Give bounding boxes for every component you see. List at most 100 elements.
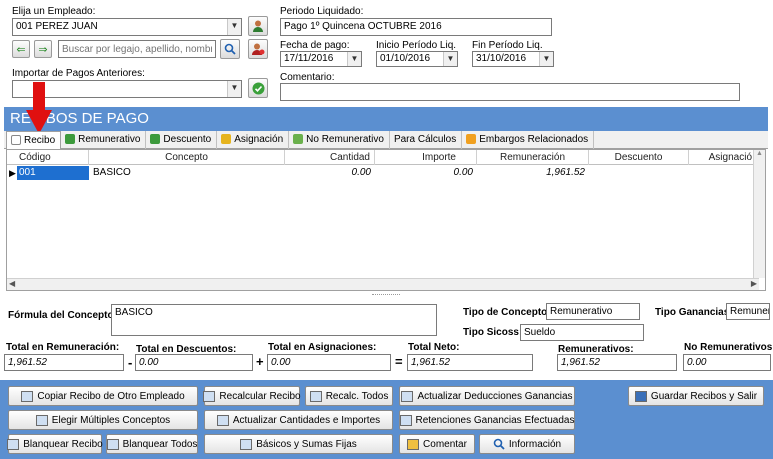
tipo-sicoss-label: Tipo Sicoss:: [463, 327, 523, 338]
action-buttons-area: Copiar Recibo de Otro Empleado Recalcula…: [0, 380, 773, 459]
button-label: Retenciones Ganancias Efectuadas: [415, 414, 575, 426]
elegir-conceptos-button[interactable]: Elegir Múltiples Conceptos: [8, 410, 198, 430]
user-remove-icon: [252, 43, 265, 55]
comentario-field[interactable]: [280, 83, 740, 101]
tab-label: Para Cálculos: [393, 134, 457, 145]
button-label: Copiar Recibo de Otro Empleado: [37, 390, 185, 402]
basicos-sumas-button[interactable]: Básicos y Sumas Fijas: [204, 434, 393, 454]
list-icon: [35, 414, 48, 426]
col-cantidad[interactable]: Cantidad: [285, 150, 375, 165]
periodo-field[interactable]: Pago 1º Quincena OCTUBRE 2016: [280, 18, 552, 36]
cell-cantidad[interactable]: 0.00: [285, 166, 371, 180]
chevron-down-icon[interactable]: ▼: [227, 81, 241, 97]
calendar-dropdown-icon[interactable]: ▼: [539, 52, 553, 66]
inicio-label: Inicio Período Liq.: [376, 40, 457, 51]
button-label: Blanquear Todos: [122, 438, 198, 450]
inicio-value: 01/10/2016: [380, 53, 431, 64]
informacion-button[interactable]: Información: [479, 434, 575, 454]
total-remuneracion-label: Total en Remuneración:: [6, 342, 120, 353]
col-asignacion[interactable]: Asignació: [689, 150, 755, 165]
previous-employee-button[interactable]: ⇐: [12, 40, 30, 58]
splitter-handle[interactable]: [372, 294, 400, 297]
importar-confirm-button[interactable]: [248, 78, 268, 98]
vertical-scrollbar[interactable]: ▲: [753, 150, 765, 278]
employee-search-input[interactable]: [58, 40, 216, 58]
plus-sign: +: [256, 354, 264, 369]
employee-delete-button[interactable]: [248, 39, 268, 59]
calculator-icon: [240, 438, 253, 450]
tipo-sicoss-field[interactable]: Sueldo: [520, 324, 644, 341]
button-label: Recalc. Todos: [325, 390, 389, 402]
blanquear-todos-button[interactable]: Blanquear Todos: [106, 434, 198, 454]
recalc-todos-button[interactable]: Recalc. Todos: [305, 386, 393, 406]
tab-para-calculos[interactable]: Para Cálculos: [390, 131, 463, 149]
tab-descuento[interactable]: Descuento: [146, 131, 218, 149]
blanquear-recibo-button[interactable]: Blanquear Recibo: [7, 434, 103, 454]
magnifier-icon: [493, 438, 505, 450]
scroll-up-icon[interactable]: ▲: [754, 150, 765, 157]
retenciones-button[interactable]: Retenciones Ganancias Efectuadas: [399, 410, 575, 430]
fin-picker[interactable]: 31/10/2016 ▼: [472, 51, 554, 67]
tab-no-remunerativo[interactable]: No Remunerativo: [289, 131, 390, 149]
button-label: Comentar: [423, 438, 467, 450]
eraser-icon: [7, 438, 20, 450]
tab-recibo[interactable]: Recibo: [6, 131, 62, 150]
copiar-recibo-button[interactable]: Copiar Recibo de Otro Empleado: [8, 386, 198, 406]
calendar-dropdown-icon[interactable]: ▼: [443, 52, 457, 66]
empleado-select[interactable]: 001 PEREZ JUAN ▼: [12, 18, 242, 36]
col-concepto[interactable]: Concepto: [89, 150, 285, 165]
employee-info-button[interactable]: [248, 16, 268, 36]
recalcular-recibo-button[interactable]: Recalcular Recibo: [203, 386, 301, 406]
search-button[interactable]: [220, 39, 240, 59]
cell-codigo[interactable]: 001: [17, 166, 89, 180]
calendar-dropdown-icon[interactable]: ▼: [347, 52, 361, 66]
comentar-button[interactable]: Comentar: [399, 434, 475, 454]
scroll-left-icon[interactable]: ◀: [9, 279, 15, 288]
cell-descuento[interactable]: [589, 166, 685, 180]
calculator-icon: [309, 390, 322, 402]
pencil-icon: [407, 438, 420, 450]
total-neto-field: 1,961.52: [407, 354, 533, 371]
tipo-ganancias-field[interactable]: Remuner: [726, 303, 770, 320]
col-codigo[interactable]: Código: [7, 150, 89, 165]
leaf-icon: [293, 134, 304, 144]
scroll-right-icon[interactable]: ▶: [751, 279, 757, 288]
tab-asignacion[interactable]: Asignación: [217, 131, 290, 149]
col-importe[interactable]: Importe: [375, 150, 477, 165]
button-label: Guardar Recibos y Salir: [650, 390, 758, 402]
horizontal-scrollbar[interactable]: ◀ ▶: [7, 278, 759, 290]
col-descuento[interactable]: Descuento: [589, 150, 689, 165]
formula-field[interactable]: BASICO: [111, 304, 437, 336]
cell-remuneracion[interactable]: 1,961.52: [477, 166, 585, 180]
minus-sign: -: [128, 355, 133, 370]
concepts-grid[interactable]: Código Concepto Cantidad Importe Remuner…: [6, 149, 766, 291]
tab-remunerativo[interactable]: Remunerativo: [61, 131, 147, 149]
tipo-ganancias-label: Tipo Ganancias:: [655, 307, 733, 318]
red-arrow-annotation-icon: [26, 82, 52, 134]
cell-asignacion[interactable]: [689, 166, 753, 180]
tab-label: Recibo: [24, 135, 56, 146]
cell-concepto[interactable]: BASICO: [93, 166, 283, 180]
fecha-pago-picker[interactable]: 17/11/2016 ▼: [280, 51, 362, 67]
no-remunerativos-field: 0.00: [683, 354, 771, 371]
importar-label: Importar de Pagos Anteriores:: [12, 68, 145, 79]
col-remuneracion[interactable]: Remuneración: [477, 150, 589, 165]
tab-embargos[interactable]: Embargos Relacionados: [462, 131, 595, 149]
button-label: Elegir Múltiples Conceptos: [51, 414, 171, 426]
arrow-right-icon: ⇒: [38, 43, 48, 56]
inicio-picker[interactable]: 01/10/2016 ▼: [376, 51, 458, 67]
total-neto-label: Total Neto:: [408, 342, 460, 353]
tipo-concepto-field[interactable]: Remunerativo: [546, 303, 640, 320]
guardar-recibos-button[interactable]: Guardar Recibos y Salir: [628, 386, 764, 406]
tab-label: Embargos Relacionados: [479, 134, 589, 145]
cell-importe[interactable]: 0.00: [375, 166, 473, 180]
button-label: Básicos y Sumas Fijas: [256, 438, 357, 450]
total-remuneracion-field: 1,961.52: [4, 354, 124, 371]
tab-label: Descuento: [163, 134, 212, 145]
next-employee-button[interactable]: ⇒: [34, 40, 52, 58]
total-asignaciones-label: Total en Asignaciones:: [268, 342, 377, 353]
chevron-down-icon[interactable]: ▼: [227, 19, 241, 35]
table-row[interactable]: ▶ 001 BASICO 0.00 0.00 1,961.52: [7, 166, 765, 180]
actualizar-deducciones-button[interactable]: Actualizar Deducciones Ganancias: [399, 386, 575, 406]
actualizar-cantidades-button[interactable]: Actualizar Cantidades e Importes: [204, 410, 393, 430]
